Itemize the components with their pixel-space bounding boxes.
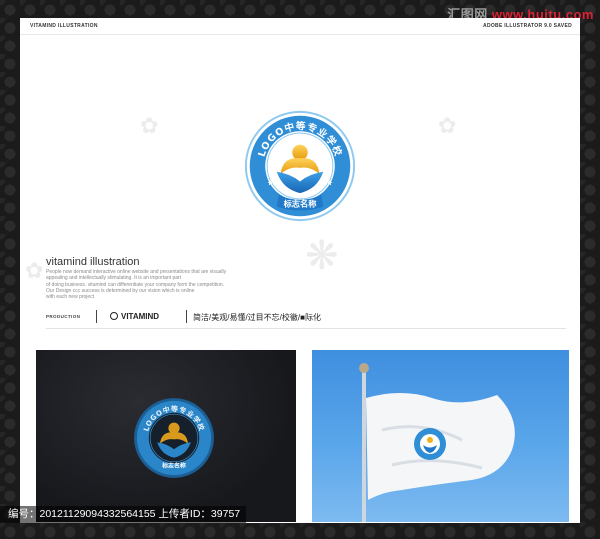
brand-circle-icon (110, 312, 118, 320)
person-head-icon (292, 144, 308, 161)
brand-name: VITAMIND (110, 312, 159, 321)
star-icon: ★ (326, 178, 333, 187)
keywords: 简洁/美观/易懂/过目不忘/校徽/■际化 (193, 313, 321, 322)
star-icon: ★ (267, 178, 274, 187)
brand-label: VITAMIND (121, 312, 160, 321)
presentation-sheet: VITAMIND ILLUSTRATION ADOBE ILLUSTRATOR … (20, 18, 580, 523)
description-line: with each new project (46, 294, 95, 301)
divider (186, 310, 187, 323)
faint-watermark-icon: ❋ (305, 234, 339, 278)
flag-illustration (359, 363, 515, 522)
production-label: PRODUCTION (46, 314, 81, 319)
faint-watermark-icon: ✿ (25, 258, 44, 283)
faint-watermark-icon: ✿ (140, 113, 159, 138)
production-row: PRODUCTION VITAMIND 简洁/美观/易懂/过目不忘/校徽/■际化 (46, 310, 566, 324)
divider-line (46, 328, 566, 329)
header-right-label: ADOBE ILLUSTRATOR 9.0 SAVED (483, 23, 572, 29)
school-logo-emblem: LOGO中等专业学校 ★ ★ 标志名称 (244, 110, 356, 222)
dark-mockup-panel: LOGO中等专业学校 标志名称 (36, 350, 296, 522)
upload-watermark: 编号：20121129094332564155 上传者ID：39757 (0, 506, 247, 523)
description-body: People now demand interactive online web… (46, 269, 276, 300)
sheet-header: VITAMIND ILLUSTRATION ADOBE ILLUSTRATOR … (20, 18, 580, 35)
divider (96, 310, 97, 323)
flag-mockup-panel (312, 350, 569, 522)
school-logo-emblem-dark: LOGO中等专业学校 标志名称 (134, 398, 214, 478)
description-title: vitamind illustration (46, 256, 140, 268)
logo-banner-text: 标志名称 (283, 199, 318, 209)
faint-watermark-icon: ✿ (438, 113, 457, 138)
header-left-label: VITAMIND ILLUSTRATION (30, 23, 98, 29)
